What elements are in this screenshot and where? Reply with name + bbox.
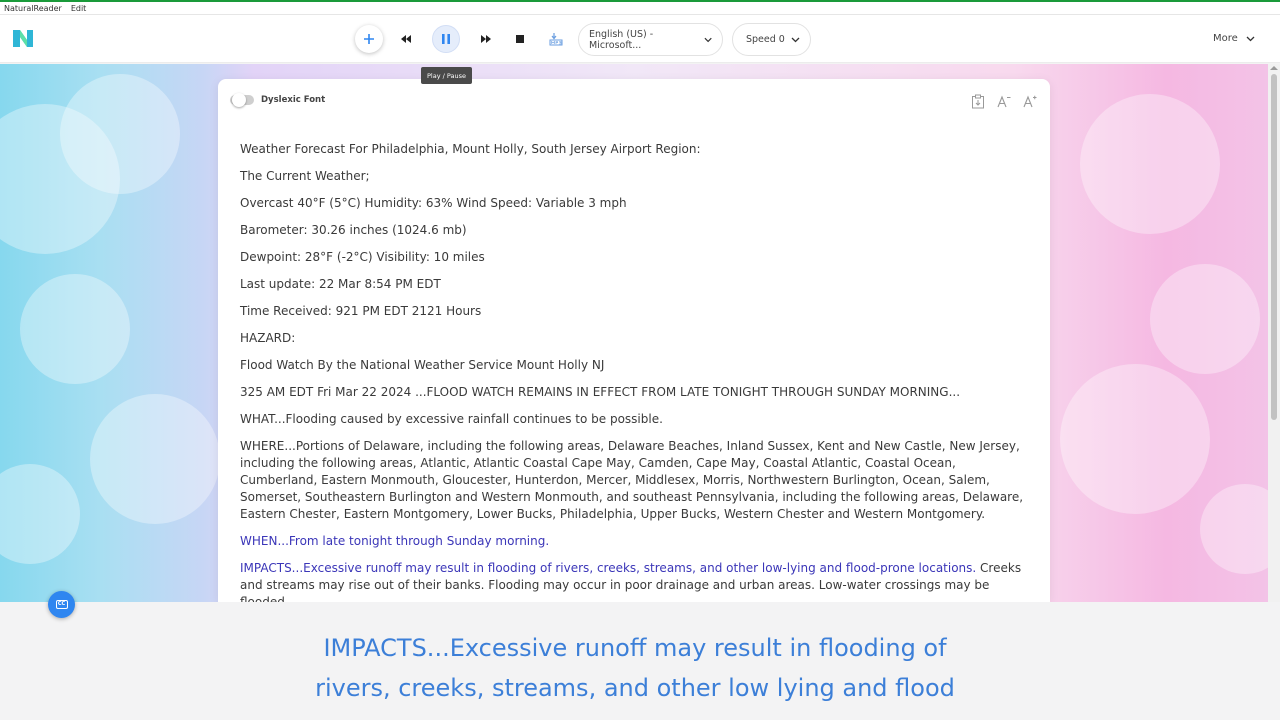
doc-paragraph[interactable]: HAZARD: (240, 330, 1030, 347)
rewind-icon (401, 35, 411, 43)
doc-paragraph[interactable]: WHERE...Portions of Delaware, including … (240, 438, 1030, 523)
plus-icon (364, 34, 374, 44)
voice-select-label: English (US) - Microsoft... (589, 28, 654, 51)
doc-paragraph[interactable]: Weather Forecast For Philadelphia, Mount… (240, 141, 1030, 158)
doc-paragraph[interactable]: Flood Watch By the National Weather Serv… (240, 357, 1030, 374)
bokeh-decoration (60, 74, 180, 194)
menubar: NaturalReader Edit (0, 2, 1280, 15)
caption-line-2: rivers, creeks, streams, and other low l… (315, 674, 955, 702)
speed-select[interactable]: Speed 0 (732, 23, 811, 56)
decrease-font-size-icon[interactable] (996, 94, 1011, 109)
caption-line-1: IMPACTS...Excessive runoff may result in… (323, 634, 947, 662)
voice-select[interactable]: English (US) - Microsoft... (578, 23, 723, 56)
caption-text: IMPACTS...Excessive runoff may result in… (250, 628, 1020, 708)
toggle-knob (232, 93, 246, 107)
add-document-button[interactable] (355, 25, 383, 53)
fast-forward-icon (481, 35, 491, 43)
bokeh-decoration (0, 464, 80, 564)
doc-paragraph[interactable]: Last update: 22 Mar 8:54 PM EDT (240, 276, 1030, 293)
convert-mp3-button[interactable] (542, 25, 570, 53)
rewind-button[interactable] (392, 25, 420, 53)
menu-naturalreader[interactable]: NaturalReader (4, 4, 62, 13)
scroll-up-arrow-icon[interactable] (1270, 66, 1278, 70)
play-pause-button[interactable] (432, 25, 460, 53)
pause-icon (442, 34, 450, 44)
bokeh-decoration (1060, 364, 1210, 514)
document-tools (970, 94, 1037, 109)
page-scrollbar[interactable] (1268, 64, 1280, 602)
doc-paragraph-read[interactable]: WHEN...From late tonight through Sunday … (240, 533, 1030, 550)
doc-paragraph[interactable]: WHAT...Flooding caused by excessive rain… (240, 411, 1030, 428)
bokeh-decoration (20, 274, 130, 384)
chevron-down-icon (1246, 36, 1255, 41)
doc-paragraph-current[interactable]: IMPACTS...Excessive runoff may result in… (240, 560, 1030, 602)
bokeh-decoration (1200, 484, 1268, 574)
mp3-download-icon (549, 33, 563, 46)
doc-paragraph[interactable]: 325 AM EDT Fri Mar 22 2024 ...FLOOD WATC… (240, 384, 1030, 401)
dyslexic-font-toggle[interactable] (230, 93, 254, 107)
dyslexic-font-toggle-row: Dyslexic Font (230, 93, 326, 107)
chevron-down-icon (704, 37, 712, 42)
dyslexic-font-label: Dyslexic Font (261, 95, 326, 105)
doc-paragraph[interactable]: Time Received: 921 PM EDT 2121 Hours (240, 303, 1030, 320)
doc-paragraph[interactable]: The Current Weather; (240, 168, 1030, 185)
closed-captions-button[interactable]: CC (48, 591, 75, 618)
chevron-down-icon (791, 37, 800, 42)
doc-paragraph[interactable]: Dewpoint: 28°F (-2°C) Visibility: 10 mil… (240, 249, 1030, 266)
bokeh-decoration (1080, 94, 1220, 234)
doc-paragraph[interactable]: Barometer: 30.26 inches (1024.6 mb) (240, 222, 1030, 239)
bokeh-decoration (1150, 264, 1260, 374)
stop-icon (516, 35, 524, 43)
more-label: More (1213, 33, 1238, 44)
document-card: Dyslexic Font Weather Forecast For Phila… (218, 79, 1050, 602)
bokeh-decoration (90, 394, 220, 524)
scrollbar-thumb[interactable] (1271, 74, 1277, 420)
speed-select-label: Speed 0 (746, 34, 785, 45)
naturalreader-logo-icon (11, 27, 35, 49)
doc-paragraph[interactable]: Overcast 40°F (5°C) Humidity: 63% Wind S… (240, 195, 1030, 212)
current-sentence-highlight: IMPACTS...Excessive runoff may result in… (240, 561, 977, 575)
stop-button[interactable] (506, 25, 534, 53)
play-pause-tooltip: Play / Pause (421, 67, 472, 84)
paste-clipboard-icon[interactable] (970, 94, 985, 109)
fast-forward-button[interactable] (472, 25, 500, 53)
toolbar: English (US) - Microsoft... Speed 0 More (0, 15, 1280, 63)
more-menu-button[interactable]: More (1213, 33, 1255, 44)
menu-edit[interactable]: Edit (71, 4, 87, 13)
increase-font-size-icon[interactable] (1022, 94, 1037, 109)
document-text: Weather Forecast For Philadelphia, Mount… (240, 141, 1030, 602)
closed-captions-icon: CC (55, 600, 68, 609)
